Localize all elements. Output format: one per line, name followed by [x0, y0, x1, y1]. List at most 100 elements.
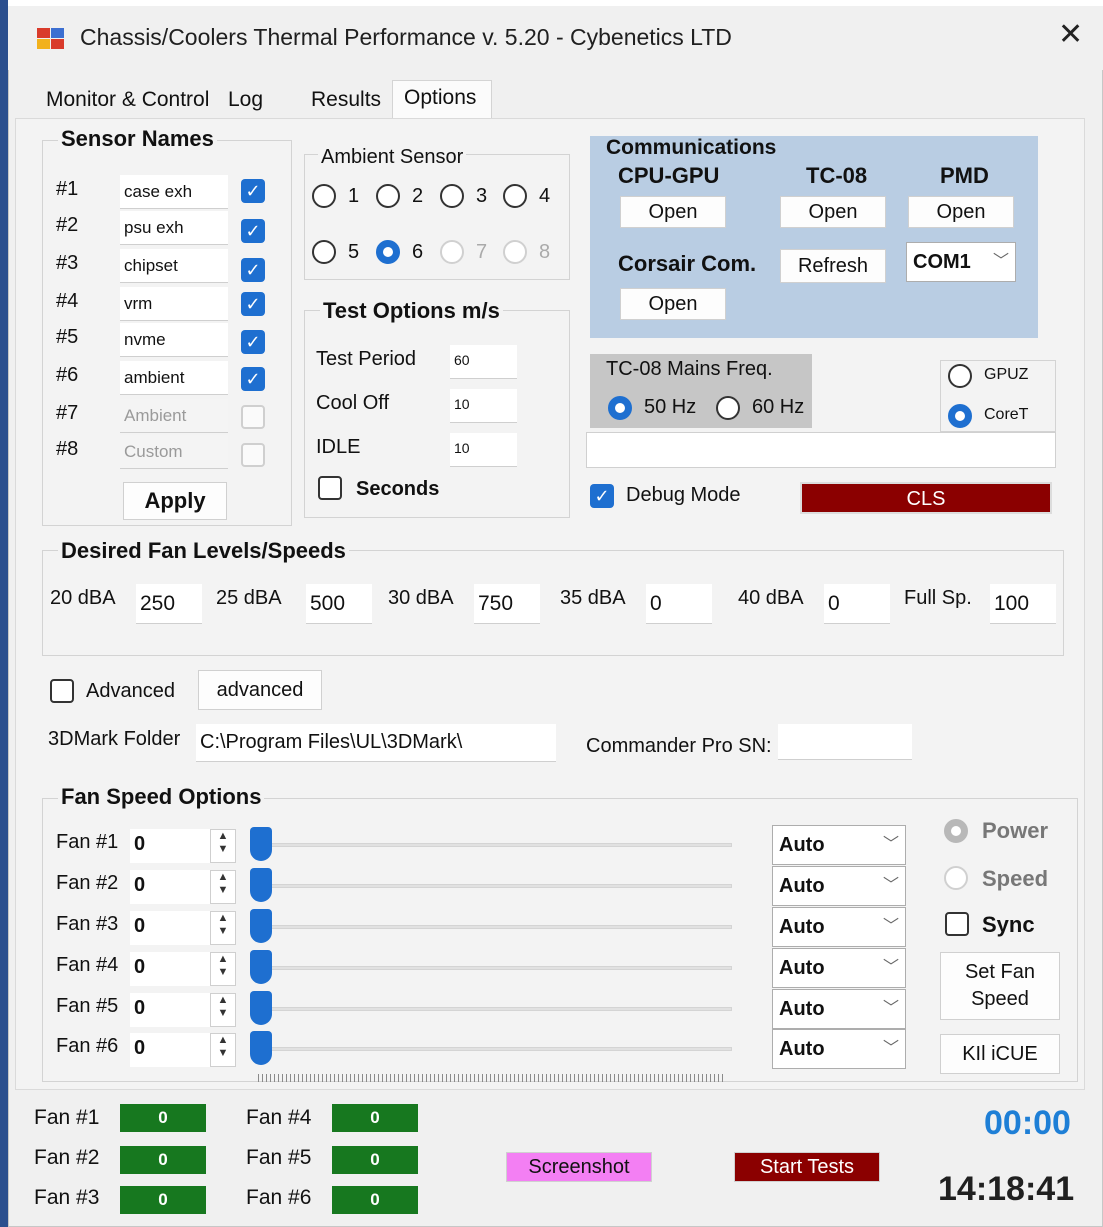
fan-5-stepper[interactable]: ▲ ▼ — [210, 993, 236, 1027]
screenshot-button[interactable]: Screenshot — [506, 1152, 652, 1182]
fan-2-stepper[interactable]: ▲ ▼ — [210, 870, 236, 904]
fan-6-slider-track[interactable] — [262, 1047, 732, 1051]
fan-6-stepper[interactable]: ▲ ▼ — [210, 1033, 236, 1067]
folder-field[interactable]: C:\Program Files\UL\3DMark\ — [196, 724, 556, 762]
sync-checkbox[interactable] — [945, 912, 969, 936]
ambient-radio-5[interactable] — [312, 240, 336, 264]
cpu-gpu-open-button[interactable]: Open — [620, 196, 726, 228]
sensor-enable-checkbox-5[interactable]: ✓ — [241, 330, 265, 354]
fan-2-mode-select[interactable]: Auto ﹀ — [772, 866, 906, 906]
sensor-name-field-5[interactable]: nvme — [120, 323, 228, 357]
spin-down-icon[interactable]: ▼ — [211, 884, 235, 897]
corsair-open-button[interactable]: Open — [620, 288, 726, 320]
spin-down-icon[interactable]: ▼ — [211, 966, 235, 979]
fan-5-slider-thumb[interactable] — [250, 991, 272, 1025]
commander-field[interactable] — [778, 724, 912, 760]
cls-button[interactable]: CLS — [800, 482, 1052, 514]
fan-1-value-field[interactable]: 0 — [130, 829, 210, 863]
coret-radio[interactable] — [948, 404, 972, 428]
sensor-name-field-4[interactable]: vrm — [120, 287, 228, 321]
fan-5-value-field[interactable]: 0 — [130, 993, 210, 1027]
kill-icue-button[interactable]: KIl iCUE — [940, 1034, 1060, 1074]
spin-up-icon[interactable]: ▲ — [211, 994, 235, 1007]
fan-4-slider-track[interactable] — [262, 966, 732, 970]
fan-2-value-field[interactable]: 0 — [130, 870, 210, 904]
level-20dba-field[interactable]: 250 — [136, 584, 202, 624]
refresh-button[interactable]: Refresh — [780, 249, 886, 283]
level-25dba-field[interactable]: 500 — [306, 584, 372, 624]
apply-button[interactable]: Apply — [123, 482, 227, 520]
fan-3-mode-select[interactable]: Auto ﹀ — [772, 907, 906, 947]
fan-4-mode-select[interactable]: Auto ﹀ — [772, 948, 906, 988]
idle-field[interactable]: 10 — [450, 433, 517, 467]
level-40dba-field[interactable]: 0 — [824, 584, 890, 624]
sensor-name-field-1[interactable]: case exh — [120, 175, 228, 209]
spin-up-icon[interactable]: ▲ — [211, 830, 235, 843]
fan-6-mode-select[interactable]: Auto ﹀ — [772, 1029, 906, 1069]
spin-down-icon[interactable]: ▼ — [211, 925, 235, 938]
level-full-field[interactable]: 100 — [990, 584, 1056, 624]
fan-3-stepper[interactable]: ▲ ▼ — [210, 911, 236, 945]
level-30dba-field[interactable]: 750 — [474, 584, 540, 624]
tc08-open-button[interactable]: Open — [780, 196, 886, 228]
fan-5-mode-select[interactable]: Auto ﹀ — [772, 989, 906, 1029]
sensor-enable-checkbox-1[interactable]: ✓ — [241, 179, 265, 203]
spin-down-icon[interactable]: ▼ — [211, 1047, 235, 1060]
advanced-button[interactable]: advanced — [198, 670, 322, 710]
fan-1-stepper[interactable]: ▲ ▼ — [210, 829, 236, 863]
level-35dba-field[interactable]: 0 — [646, 584, 712, 624]
fan-3-slider-track[interactable] — [262, 925, 732, 929]
fan-1-slider-track[interactable] — [262, 843, 732, 847]
tab-log[interactable]: Log — [228, 88, 263, 112]
sensor-name-field-2[interactable]: psu exh — [120, 211, 228, 245]
fan-4-slider-thumb[interactable] — [250, 950, 272, 984]
fan-1-slider-thumb[interactable] — [250, 827, 272, 861]
spin-up-icon[interactable]: ▲ — [211, 912, 235, 925]
fan-5-slider-track[interactable] — [262, 1007, 732, 1011]
tab-options[interactable]: Options — [404, 86, 476, 110]
fan-3-value-field[interactable]: 0 — [130, 911, 210, 945]
set-fan-speed-button[interactable]: Set Fan Speed — [940, 952, 1060, 1020]
spin-down-icon[interactable]: ▼ — [211, 843, 235, 856]
fan-6-value-field[interactable]: 0 — [130, 1033, 210, 1067]
spin-up-icon[interactable]: ▲ — [211, 1034, 235, 1047]
close-icon[interactable]: ✕ — [1058, 20, 1083, 50]
ambient-sensor-title: Ambient Sensor — [318, 146, 467, 169]
fan-1-mode-select[interactable]: Auto ﹀ — [772, 825, 906, 865]
gpuz-radio[interactable] — [948, 364, 972, 388]
spin-down-icon[interactable]: ▼ — [211, 1007, 235, 1020]
advanced-checkbox[interactable] — [50, 679, 74, 703]
tab-monitor-control[interactable]: Monitor & Control — [46, 88, 209, 112]
start-tests-button[interactable]: Start Tests — [734, 1152, 880, 1182]
seconds-checkbox[interactable] — [318, 476, 342, 500]
ambient-radio-3[interactable] — [440, 184, 464, 208]
fan-4-value-field[interactable]: 0 — [130, 952, 210, 986]
sensor-name-field-6[interactable]: ambient — [120, 361, 228, 395]
fan-3-slider-thumb[interactable] — [250, 909, 272, 943]
sensor-enable-checkbox-6[interactable]: ✓ — [241, 367, 265, 391]
ambient-radio-1[interactable] — [312, 184, 336, 208]
mains-50hz-radio[interactable] — [608, 396, 632, 420]
fan-2-slider-thumb[interactable] — [250, 868, 272, 902]
debug-mode-checkbox[interactable]: ✓ — [590, 484, 614, 508]
sensor-enable-checkbox-4[interactable]: ✓ — [241, 292, 265, 316]
fan-6-slider-thumb[interactable] — [250, 1031, 272, 1065]
cool-off-field[interactable]: 10 — [450, 389, 517, 423]
tab-results[interactable]: Results — [311, 88, 381, 112]
com-port-select[interactable]: COM1 ﹀ — [906, 242, 1016, 282]
mains-60hz-radio[interactable] — [716, 396, 740, 420]
ambient-radio-2[interactable] — [376, 184, 400, 208]
sensor-enable-checkbox-2[interactable]: ✓ — [241, 219, 265, 243]
pmd-open-button[interactable]: Open — [908, 196, 1014, 228]
status-line-field[interactable] — [586, 432, 1056, 468]
test-period-field[interactable]: 60 — [450, 345, 517, 379]
ambient-radio-6[interactable] — [376, 240, 400, 264]
spin-up-icon[interactable]: ▲ — [211, 953, 235, 966]
ambient-label-8: 8 — [539, 241, 551, 263]
sensor-name-field-3[interactable]: chipset — [120, 249, 228, 283]
fan-2-slider-track[interactable] — [262, 884, 732, 888]
fan-4-stepper[interactable]: ▲ ▼ — [210, 952, 236, 986]
spin-up-icon[interactable]: ▲ — [211, 871, 235, 884]
sensor-enable-checkbox-3[interactable]: ✓ — [241, 258, 265, 282]
ambient-radio-4[interactable] — [503, 184, 527, 208]
